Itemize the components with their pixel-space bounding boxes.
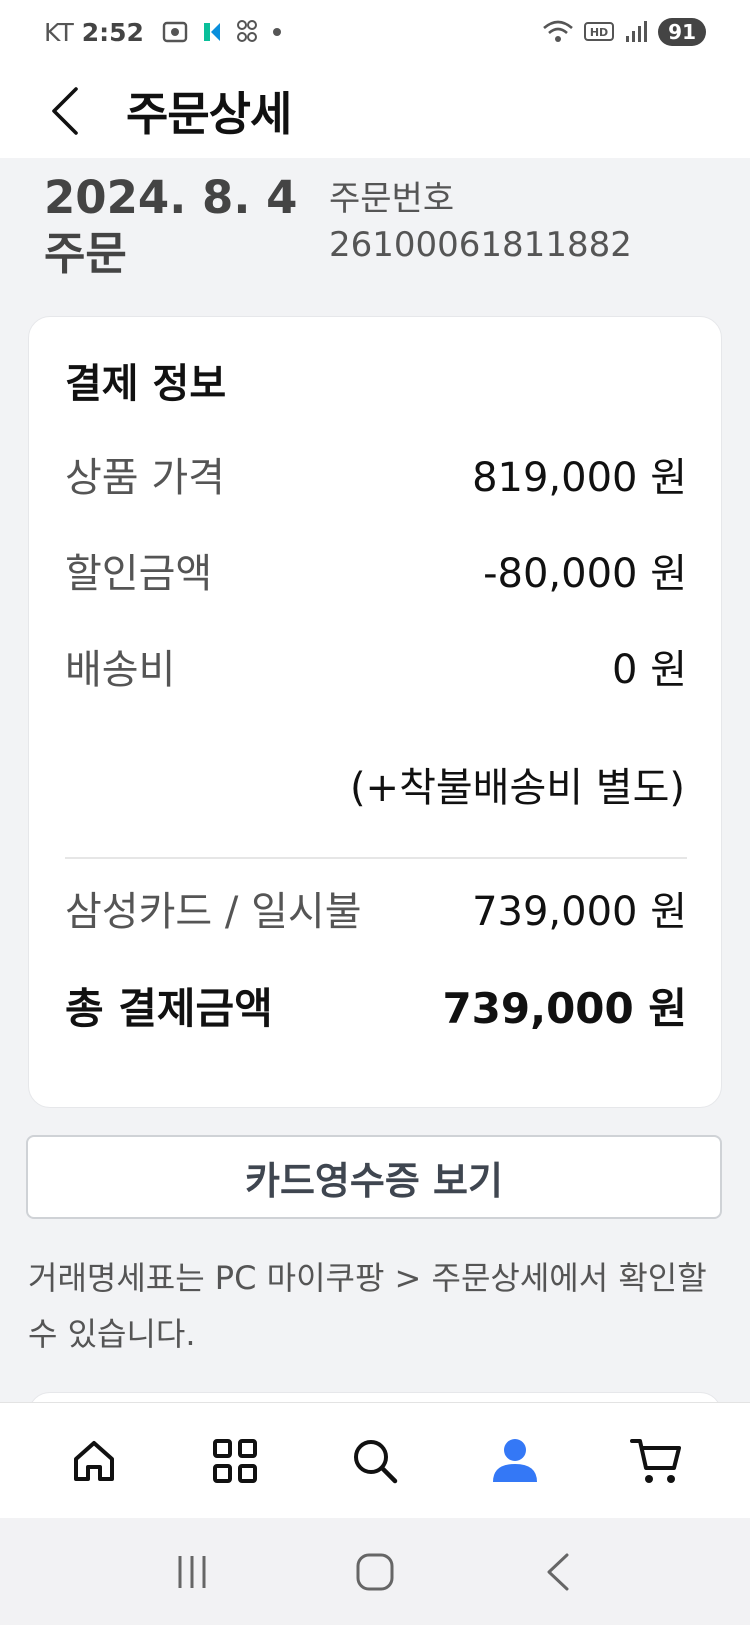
system-navigation-bar xyxy=(0,1518,750,1625)
hd-voice-icon: HD xyxy=(584,22,615,41)
nav-search[interactable] xyxy=(335,1421,415,1501)
nav-my-page[interactable] xyxy=(475,1421,555,1501)
notification-icons xyxy=(162,19,282,45)
discount-row: 할인금액 -80,000 원 xyxy=(65,541,687,599)
recent-apps-icon xyxy=(178,1555,206,1588)
cart-icon xyxy=(629,1438,681,1483)
search-icon xyxy=(353,1439,398,1483)
nav-category[interactable] xyxy=(195,1421,275,1501)
discount-value: -80,000 원 xyxy=(483,551,687,597)
system-icons: HD 91 xyxy=(542,18,706,46)
divider xyxy=(65,857,687,859)
home-system-button[interactable] xyxy=(335,1537,415,1607)
product-price-label: 상품 가격 xyxy=(65,455,225,501)
grid-notification-icon xyxy=(236,20,257,42)
more-notifications-dot-icon xyxy=(272,28,281,36)
nav-home[interactable] xyxy=(54,1421,134,1501)
shipping-note: (+착불배송비 별도) xyxy=(349,765,685,811)
page-title: 주문상세 xyxy=(126,87,292,141)
clock: 2:52 xyxy=(81,17,144,47)
home-circle-icon xyxy=(356,1553,394,1590)
svg-text:HD: HD xyxy=(590,26,608,39)
my-page-icon xyxy=(493,1438,538,1482)
category-icon xyxy=(212,1438,257,1483)
total-payment-row: 총 결제금액 739,000 원 xyxy=(65,975,687,1036)
bottom-nav xyxy=(0,1402,750,1518)
payment-info-card: 결제 정보 상품 가격 819,000 원 할인금액 -80,000 원 배송비… xyxy=(28,316,722,1108)
wifi-icon xyxy=(543,20,574,42)
order-date-value: 2024. 8. 4 xyxy=(44,171,298,224)
back-arrow-icon xyxy=(52,87,78,135)
payment-method-row: 삼성카드 / 일시불 739,000 원 xyxy=(65,879,687,937)
order-date-suffix: 주문 xyxy=(44,227,127,280)
view-card-receipt-button[interactable]: 카드영수증 보기 xyxy=(26,1135,722,1219)
status-bar: KT 2:52 HD 91 xyxy=(0,0,750,64)
back-button[interactable] xyxy=(30,76,100,146)
order-number-block: 주문번호 26100061811882 xyxy=(329,176,632,268)
payment-method-value: 739,000 원 xyxy=(472,889,687,935)
shipping-fee-row: 배송비 0 원 xyxy=(65,637,687,695)
order-number-value: 26100061811882 xyxy=(329,225,632,265)
back-chevron-icon xyxy=(547,1553,569,1590)
screenshot-icon xyxy=(162,21,188,43)
order-summary: 2024. 8. 4 주문 주문번호 26100061811882 xyxy=(44,170,724,290)
signal-icon xyxy=(626,21,648,42)
discount-label: 할인금액 xyxy=(65,551,213,597)
battery-level: 91 xyxy=(658,18,706,46)
order-date: 2024. 8. 4 주문 xyxy=(44,170,304,282)
app-notification-icon xyxy=(203,23,220,41)
recent-apps-button[interactable] xyxy=(152,1537,232,1607)
order-number-label: 주문번호 xyxy=(329,179,455,219)
shipping-fee-value: 0 원 xyxy=(612,647,687,693)
product-price-row: 상품 가격 819,000 원 xyxy=(65,445,687,503)
product-price-value: 819,000 원 xyxy=(472,455,687,501)
home-icon xyxy=(74,1440,115,1481)
nav-cart[interactable] xyxy=(616,1421,696,1501)
payment-info-title: 결제 정보 xyxy=(65,361,227,407)
app-header: 주문상세 xyxy=(0,64,750,158)
total-payment-value: 739,000 원 xyxy=(442,984,687,1033)
total-payment-label: 총 결제금액 xyxy=(65,984,273,1033)
carrier-label: KT xyxy=(44,17,74,47)
back-system-button[interactable] xyxy=(518,1537,598,1607)
statement-info-text: 거래명세표는 PC 마이쿠팡 > 주문상세에서 확인할 수 있습니다. xyxy=(28,1259,707,1353)
shipping-fee-label: 배송비 xyxy=(65,647,176,693)
payment-method-label: 삼성카드 / 일시불 xyxy=(65,889,362,935)
